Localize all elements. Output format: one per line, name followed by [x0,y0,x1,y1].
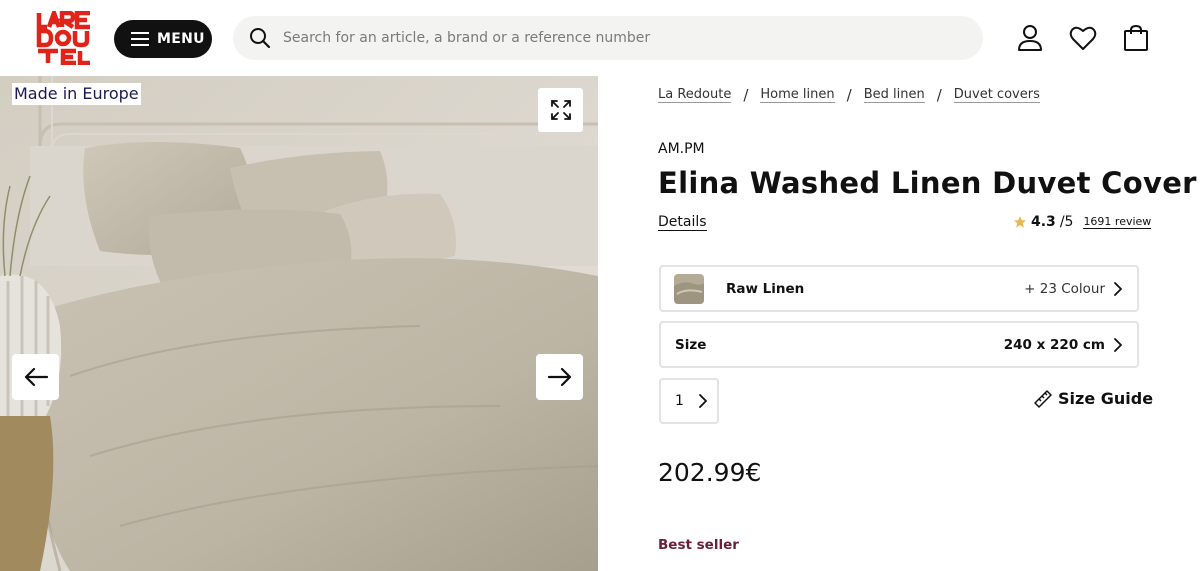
colour-selector[interactable]: Raw Linen + 23 Colour [659,265,1139,312]
product-title: Elina Washed Linen Duvet Cover [658,166,1197,200]
heart-icon[interactable] [1069,24,1097,52]
menu-button[interactable]: MENU [114,20,212,58]
size-guide-link[interactable]: Size Guide [1034,389,1153,408]
chevron-right-icon [1114,337,1122,352]
size-value: 240 x 220 cm [1003,336,1105,353]
search-icon[interactable] [249,27,271,49]
details-link[interactable]: Details [658,214,707,231]
account-icon[interactable] [1016,24,1044,52]
product-rating: 4.3 /5 1691 review [1013,214,1152,230]
search-bar[interactable] [233,16,983,60]
expand-icon [550,100,571,120]
search-input[interactable] [283,30,933,46]
chevron-right-icon [699,394,707,408]
reviews-link[interactable]: 1691 review [1083,215,1152,229]
colour-swatch-image [674,273,704,304]
size-selector[interactable]: Size 240 x 220 cm [659,321,1139,368]
breadcrumb-separator: / [846,86,852,104]
previous-image-button[interactable] [12,354,59,400]
star-icon [1013,216,1027,228]
logo-icon [36,6,90,66]
quantity-selector[interactable]: 1 [659,378,719,424]
arrow-left-icon [24,367,48,387]
rating-max: /5 [1059,214,1074,230]
arrow-right-icon [547,367,571,387]
next-image-button[interactable] [536,354,583,400]
hamburger-icon [131,32,149,46]
quantity-value: 1 [675,393,684,409]
expand-button[interactable] [538,88,583,132]
ruler-icon [1034,389,1052,408]
breadcrumb-home-linen[interactable]: Home linen [760,87,835,103]
colour-swatch [674,273,704,304]
breadcrumb-bed-linen[interactable]: Bed linen [863,87,925,103]
more-colours: + 23 Colour [1024,280,1105,297]
breadcrumb-separator: / [936,86,942,104]
breadcrumb-duvet-covers[interactable]: Duvet covers [953,87,1040,103]
logo[interactable] [36,6,94,66]
best-seller-badge: Best seller [658,537,739,553]
size-guide-label: Size Guide [1058,389,1154,408]
site-header: MENU [0,0,1200,76]
size-label: Size [675,336,707,353]
breadcrumb: La Redoute / Home linen / Bed linen / Du… [658,86,1040,104]
colour-name: Raw Linen [726,280,805,297]
chevron-right-icon [1114,281,1122,296]
breadcrumb-la-redoute[interactable]: La Redoute [658,87,732,103]
product-price: 202.99€ [658,458,762,487]
menu-label: MENU [157,31,205,47]
bag-icon[interactable] [1122,24,1150,52]
rating-score: 4.3 [1031,214,1056,230]
product-photo [0,76,598,571]
breadcrumb-separator: / [743,86,749,104]
product-image-gallery[interactable]: Made in Europe [0,76,598,571]
made-in-europe-badge: Made in Europe [12,83,141,105]
product-brand[interactable]: AM.PM [658,141,705,157]
